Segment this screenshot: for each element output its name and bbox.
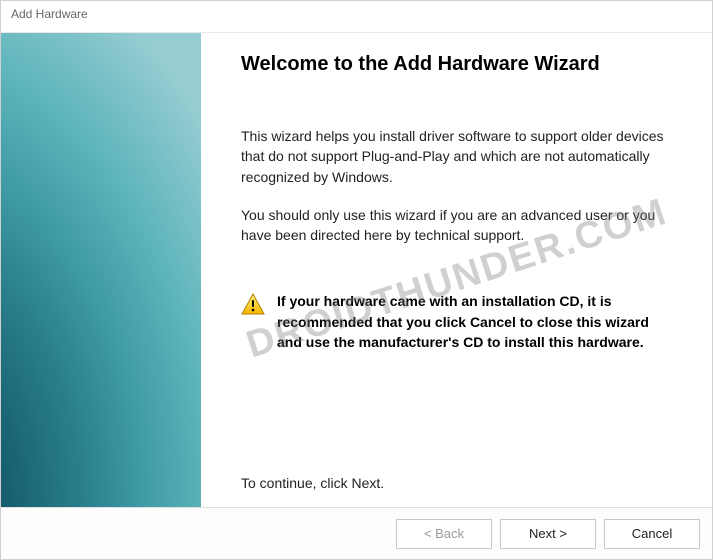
- back-button[interactable]: < Back: [396, 519, 492, 549]
- window-titlebar: Add Hardware: [1, 1, 712, 33]
- warning-block: If your hardware came with an installati…: [241, 291, 672, 352]
- warning-icon: [241, 293, 265, 315]
- page-title: Welcome to the Add Hardware Wizard: [241, 53, 672, 76]
- continue-text: To continue, click Next.: [241, 475, 672, 491]
- intro-paragraph-2: You should only use this wizard if you a…: [241, 205, 672, 246]
- warning-text: If your hardware came with an installati…: [277, 291, 672, 352]
- intro-paragraph-1: This wizard helps you install driver sof…: [241, 126, 672, 187]
- wizard-window: Add Hardware Welcome to the Add Hardware…: [0, 0, 713, 560]
- cancel-button[interactable]: Cancel: [604, 519, 700, 549]
- window-title: Add Hardware: [11, 7, 88, 21]
- wizard-footer: < Back Next > Cancel: [1, 507, 712, 559]
- wizard-body: Welcome to the Add Hardware Wizard This …: [1, 33, 712, 507]
- wizard-side-graphic: [1, 33, 201, 507]
- wizard-content: Welcome to the Add Hardware Wizard This …: [201, 33, 712, 507]
- next-button[interactable]: Next >: [500, 519, 596, 549]
